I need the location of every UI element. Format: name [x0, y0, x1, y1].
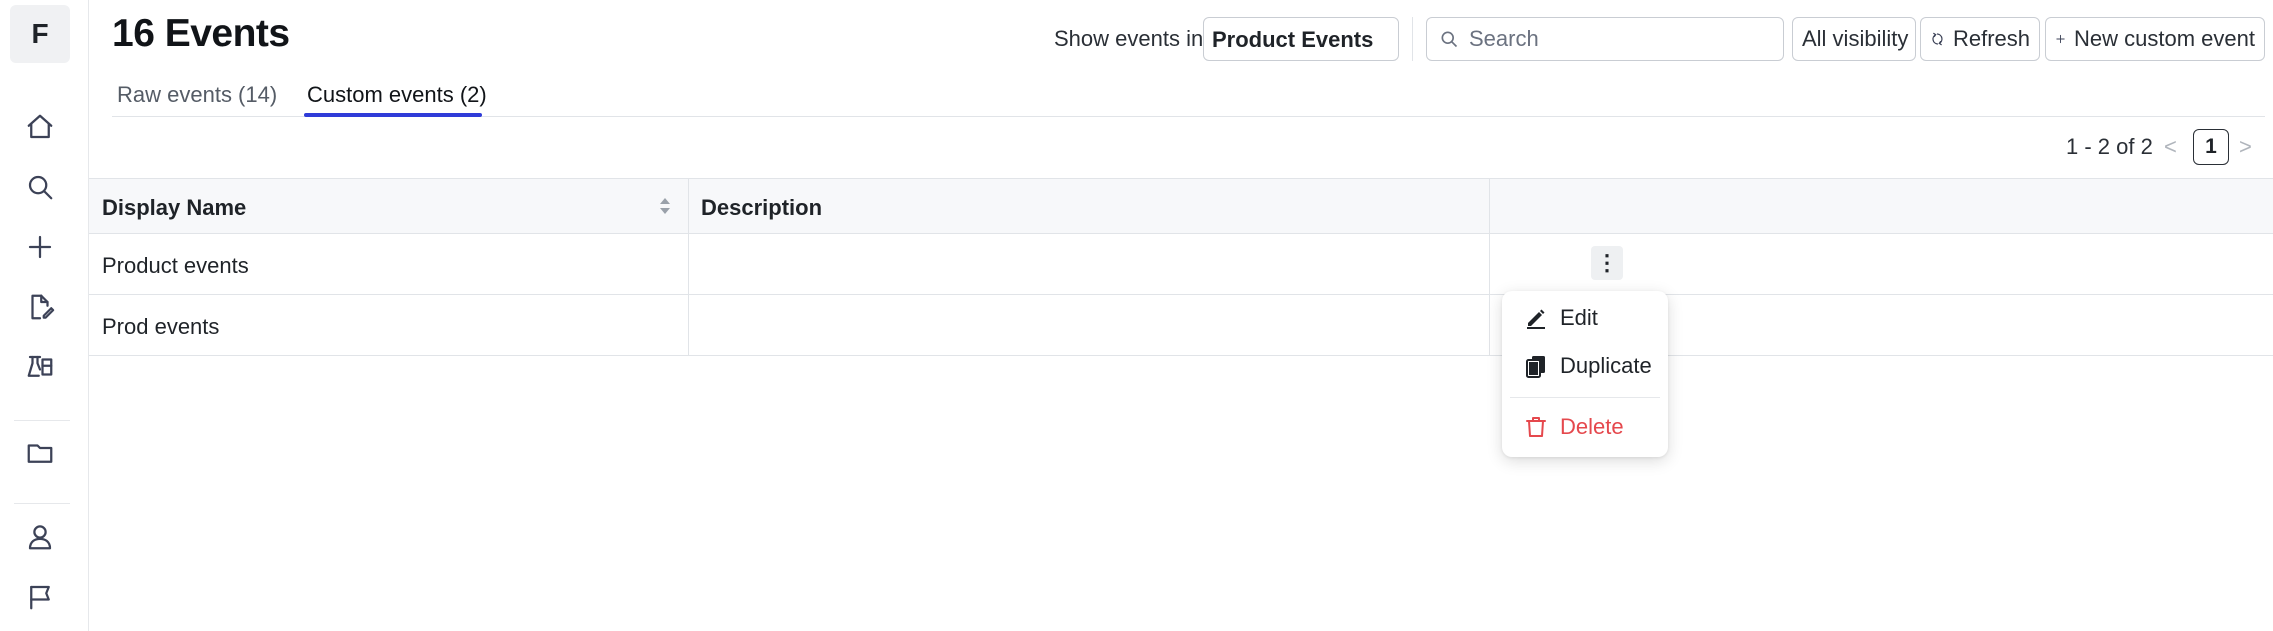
lab-flask-icon[interactable]: [20, 347, 60, 387]
table-header: Display Name Description: [89, 178, 2273, 234]
plus-icon[interactable]: [20, 227, 60, 267]
refresh-label: Refresh: [1952, 26, 2030, 51]
table-row[interactable]: Prod events: [89, 295, 2273, 356]
pagination-page-button[interactable]: 1: [2193, 129, 2229, 165]
menu-item-label: Edit: [1560, 305, 1598, 330]
flag-icon[interactable]: [20, 577, 60, 617]
active-tab-indicator: [304, 113, 482, 117]
search-input[interactable]: [1467, 25, 1771, 53]
menu-item-delete[interactable]: Delete: [1524, 414, 1624, 440]
search-icon[interactable]: [20, 167, 60, 207]
menu-item-edit[interactable]: Edit: [1524, 305, 1598, 331]
sidebar-divider: [14, 503, 70, 504]
row-actions-menu: Edit Duplicate Delete: [1502, 291, 1668, 457]
display-name-cell: Product events: [102, 253, 249, 278]
search-box[interactable]: [1426, 17, 1784, 61]
duplicate-icon: [1526, 356, 1545, 378]
page-title: 16 Events: [112, 12, 290, 55]
tab-raw-events[interactable]: Raw events (14): [117, 82, 277, 118]
menu-item-label: Duplicate: [1560, 353, 1652, 378]
sidebar-divider: [14, 420, 70, 421]
pagination-prev-button[interactable]: <: [2164, 134, 2177, 160]
sidebar: F: [0, 0, 89, 631]
refresh-button[interactable]: Refresh: [1920, 17, 2040, 61]
user-icon[interactable]: [20, 517, 60, 557]
trash-icon: [1526, 417, 1546, 437]
pagination-range: 1 - 2 of 2: [2066, 134, 2153, 159]
column-header-description: Description: [701, 195, 823, 220]
sort-icon[interactable]: [658, 194, 672, 218]
menu-divider: [1510, 397, 1660, 398]
visibility-filter-button[interactable]: All visibility: [1792, 17, 1916, 61]
display-name-cell: Prod events: [102, 314, 220, 339]
column-header-display-name[interactable]: Display Name: [102, 195, 246, 221]
visibility-filter-label: All visibility: [1802, 26, 1909, 51]
new-custom-event-button[interactable]: New custom event: [2045, 17, 2265, 61]
home-icon[interactable]: [20, 107, 60, 147]
plus-icon: [2056, 34, 2065, 44]
edit-document-icon[interactable]: [20, 287, 60, 327]
menu-item-duplicate[interactable]: Duplicate: [1524, 353, 1652, 379]
app-logo[interactable]: F: [10, 5, 70, 63]
header-divider: [1412, 17, 1413, 61]
refresh-icon: [1932, 32, 1943, 46]
show-events-label: Show events in: [1054, 26, 1204, 51]
folder-icon[interactable]: [20, 433, 60, 473]
row-actions-button[interactable]: ⋮: [1591, 246, 1623, 280]
events-source-select[interactable]: Product Events: [1203, 17, 1399, 61]
pagination-next-button[interactable]: >: [2239, 134, 2252, 160]
pencil-icon: [1527, 309, 1545, 329]
table-row[interactable]: Product events ⋮: [89, 234, 2273, 295]
menu-item-label: Delete: [1560, 414, 1624, 439]
search-icon: [1441, 31, 1458, 48]
new-custom-event-label: New custom event: [2074, 26, 2255, 51]
